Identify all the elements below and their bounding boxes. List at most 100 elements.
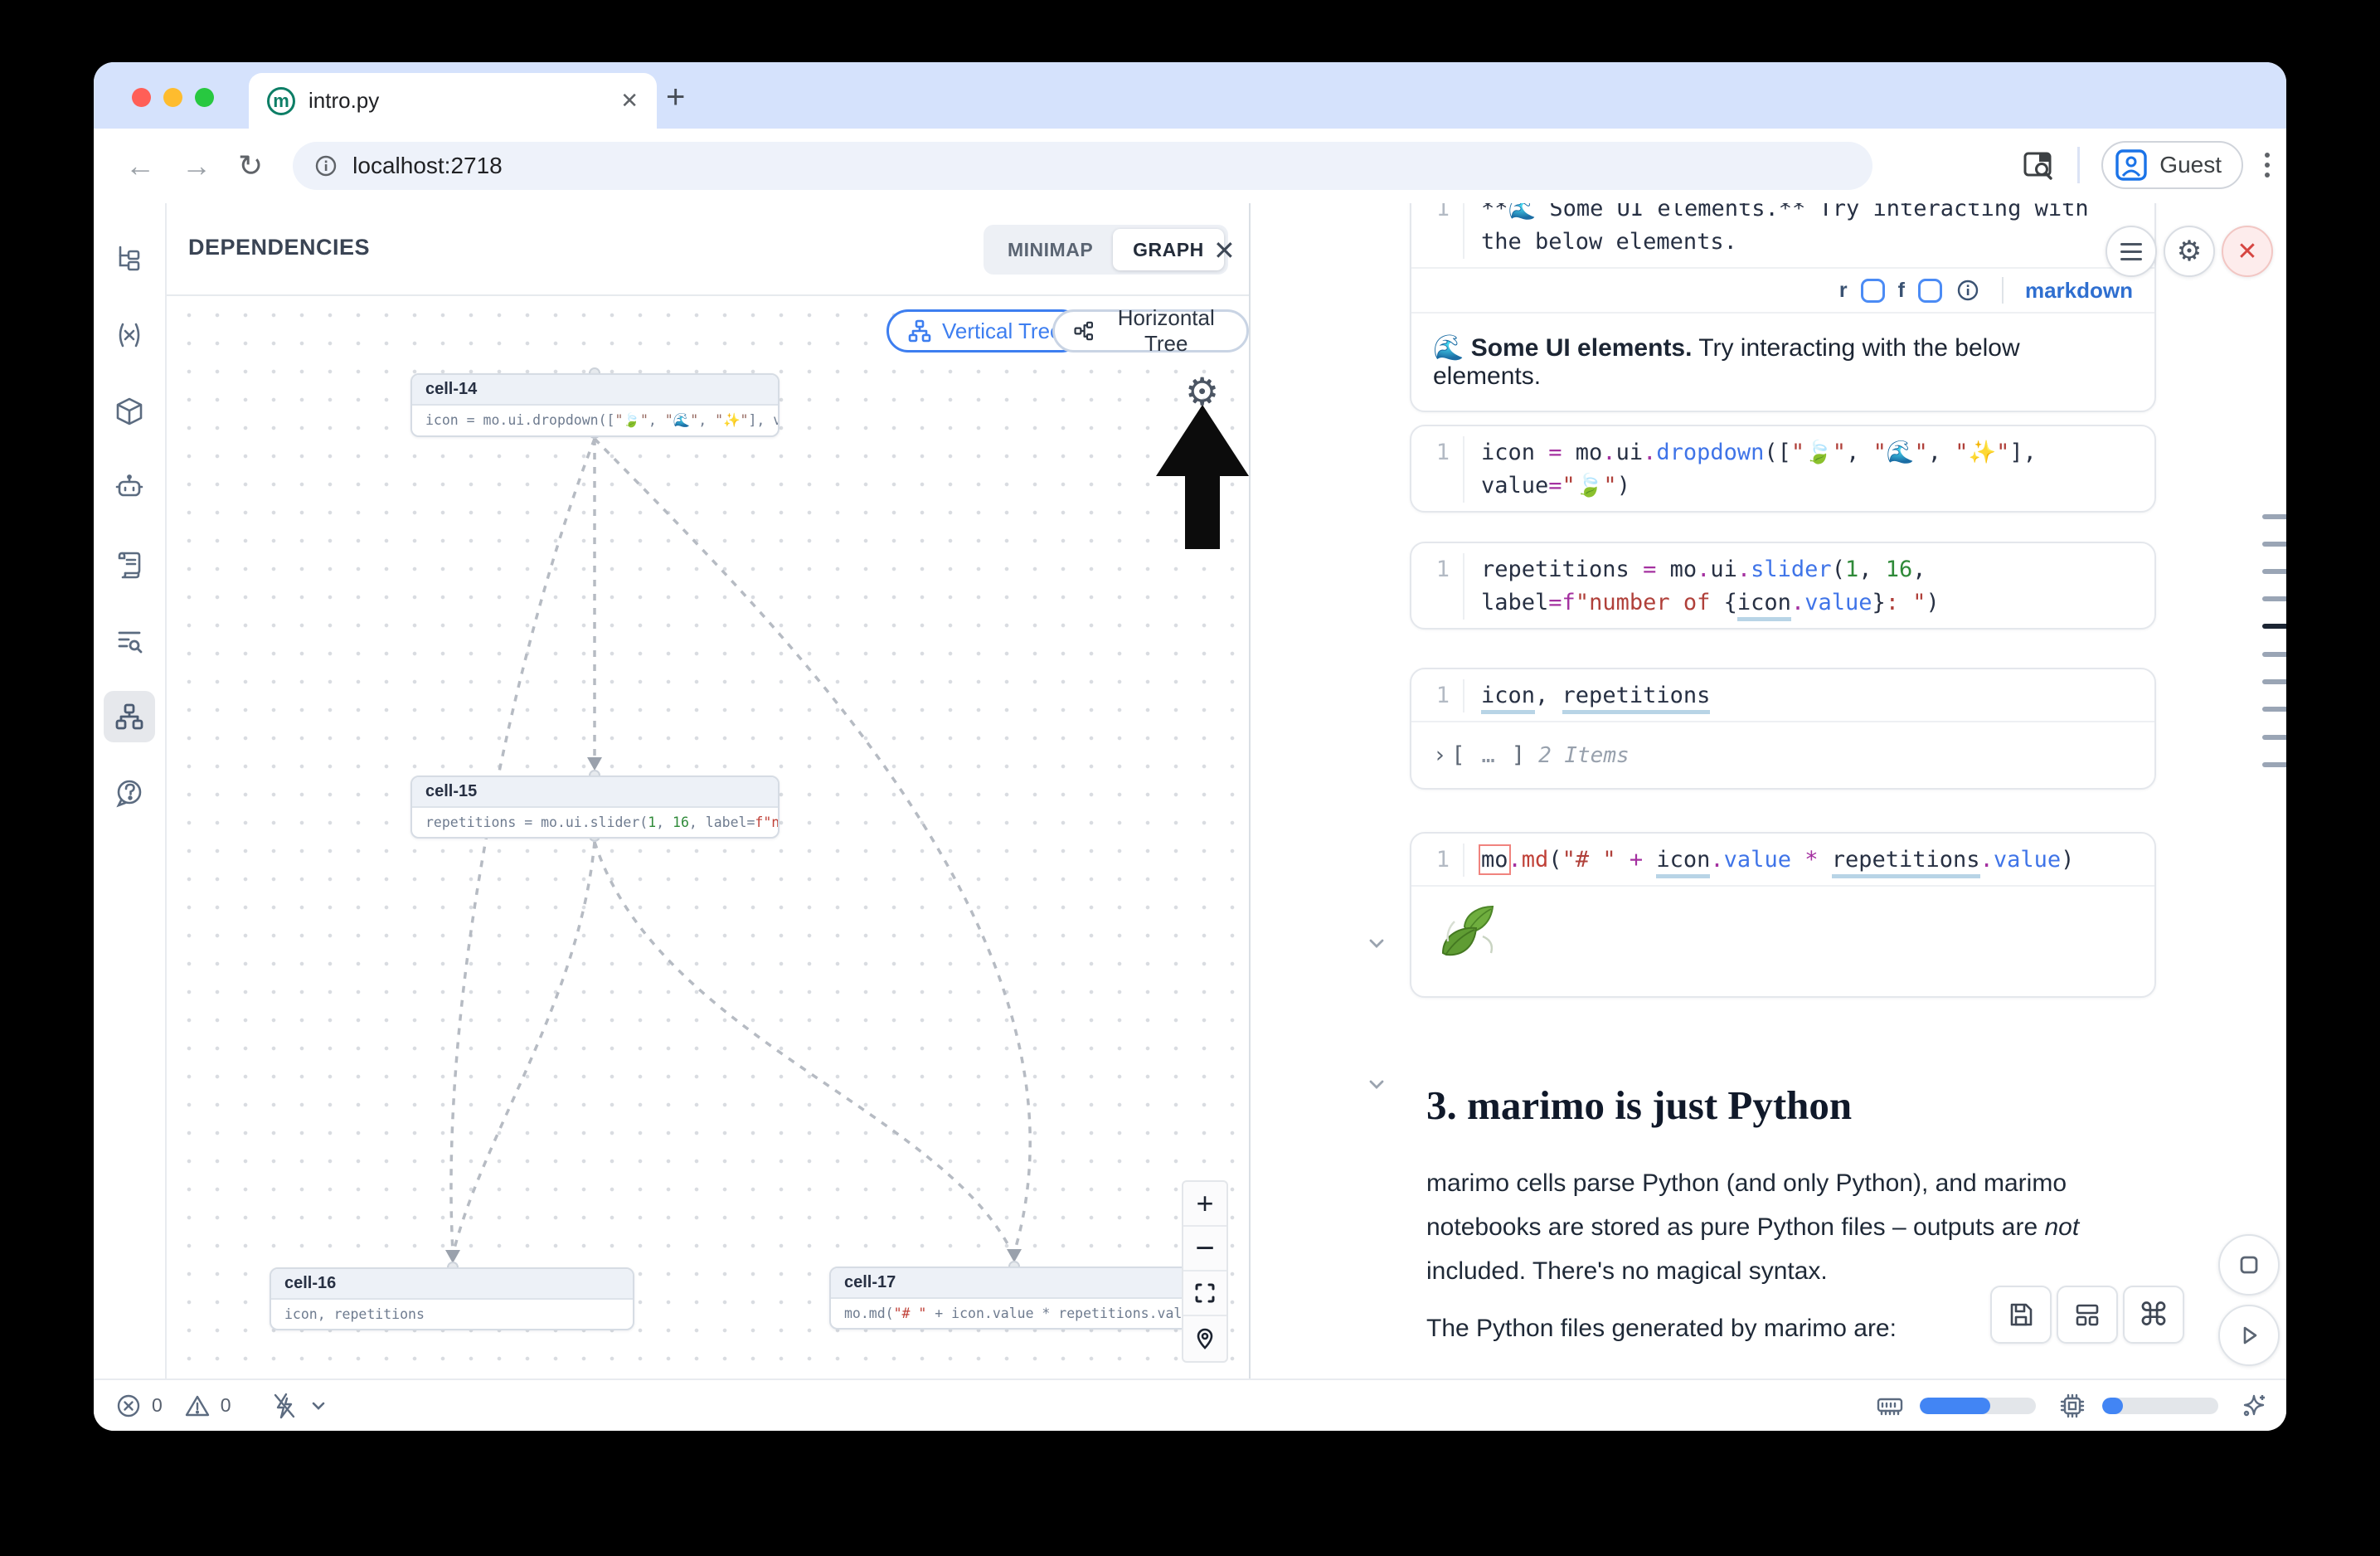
layout-button[interactable] — [2057, 1286, 2118, 1344]
expand-chevron[interactable]: › — [1433, 742, 1446, 768]
run-play-icon — [2237, 1324, 2261, 1347]
sidebar-item-outline[interactable] — [104, 615, 155, 666]
cpu-usage-icon[interactable] — [2057, 1391, 2087, 1421]
cell-marker[interactable] — [2262, 542, 2286, 547]
traffic-light-maximize[interactable] — [195, 88, 214, 107]
cell-marker[interactable] — [2262, 735, 2286, 740]
help-icon — [114, 777, 145, 809]
zoom-out-button[interactable]: − — [1183, 1227, 1226, 1272]
sidebar-item-help[interactable] — [104, 767, 155, 819]
ellipsis: … — [1482, 742, 1495, 768]
horizontal-tree-icon — [1073, 318, 1094, 343]
interrupt-button[interactable]: ✕ — [2222, 226, 2273, 277]
graph-node-cell-14[interactable]: cell-14 icon = mo.ui.dropdown(["🍃", "🌊",… — [410, 373, 780, 437]
reload-icon[interactable]: ↻ — [238, 148, 263, 183]
traffic-light-minimize[interactable] — [163, 88, 182, 107]
sidebar-item-file-tree[interactable] — [104, 233, 155, 284]
tab-graph[interactable]: GRAPH — [1113, 229, 1224, 270]
app-content: DEPENDENCIES MINIMAP GRAPH ✕ — [94, 203, 2286, 1379]
cell-marker[interactable] — [2262, 569, 2286, 574]
graph-node-cell-17[interactable]: cell-17 mo.md("# " + icon.value * repeti… — [829, 1267, 1200, 1330]
error-count-icon[interactable] — [115, 1393, 142, 1419]
run-button[interactable] — [2218, 1305, 2280, 1366]
markdown-cell-footer: r f markdown — [1411, 267, 2154, 312]
ram-usage-icon[interactable] — [1875, 1391, 1905, 1421]
shortcuts-button[interactable]: ⌘ — [2123, 1286, 2184, 1344]
sidebar-item-dependencies[interactable] — [104, 691, 155, 742]
robot-icon — [114, 472, 145, 503]
graph-canvas[interactable]: cell-14 icon = mo.ui.dropdown(["🍃", "🌊",… — [167, 296, 1249, 1379]
site-info-icon[interactable] — [314, 154, 338, 177]
info-icon[interactable] — [1955, 278, 1980, 303]
marimo-favicon: m — [267, 87, 295, 115]
browser-tab[interactable]: m intro.py ✕ — [249, 73, 657, 129]
new-tab-button[interactable]: + — [666, 80, 685, 114]
cell-marker[interactable] — [2262, 514, 2286, 519]
node-title: cell-17 — [831, 1268, 1198, 1299]
chevron-down-icon[interactable] — [309, 1397, 328, 1415]
items-count-label: 2 Items — [1538, 743, 1630, 768]
code-line[interactable]: value="🍃") — [1481, 469, 2138, 503]
markdown-cell-editor[interactable]: 1 **🌊 Some UI elements.** Try interactin… — [1411, 203, 2154, 267]
browser-menu-icon[interactable] — [2265, 153, 2270, 177]
scroll-log-icon — [114, 548, 145, 580]
reactive-toggle-checkbox[interactable] — [1861, 279, 1885, 303]
cell-marker[interactable] — [2262, 596, 2286, 601]
markdown-output: 🌊 Some UI elements. Try interacting with… — [1411, 312, 2154, 411]
fstring-toggle-checkbox[interactable] — [1918, 279, 1942, 303]
cell-menu-button[interactable] — [2106, 226, 2157, 277]
traffic-light-close[interactable] — [132, 88, 151, 107]
sidebar-item-variables[interactable] — [104, 309, 155, 361]
fit-view-button[interactable] — [1183, 1272, 1226, 1316]
view-toggle: MINIMAP GRAPH — [984, 225, 1228, 275]
cpu-usage-meter — [2102, 1398, 2218, 1414]
code-cell-slider[interactable]: 1 repetitions = mo.ui.slider(1, 16, labe… — [1410, 542, 2156, 630]
tab-search-icon[interactable] — [2023, 149, 2056, 181]
warning-count-icon[interactable] — [184, 1393, 211, 1419]
back-icon[interactable]: ← — [125, 148, 155, 183]
code-line[interactable]: repetitions = mo.ui.slider(1, 16, — [1481, 553, 2138, 586]
cell-marker[interactable] — [2262, 762, 2286, 767]
code-cell-dropdown[interactable]: 1 icon = mo.ui.dropdown(["🍃", "🌊", "✨"],… — [1410, 425, 2156, 513]
graph-node-cell-15[interactable]: cell-15 repetitions = mo.ui.slider(1, 16… — [410, 776, 780, 839]
sidebar-item-logs[interactable] — [104, 538, 155, 590]
save-button[interactable] — [1990, 1286, 2052, 1344]
code-cell-tuple[interactable]: 1 icon, repetitions › [ … ] 2 Items — [1410, 668, 2156, 790]
url-bar[interactable]: localhost:2718 — [293, 142, 1872, 190]
zoom-in-button[interactable]: + — [1183, 1182, 1226, 1227]
code-cell-momd[interactable]: 1 mo.md("# " + icon.value * repetitions.… — [1410, 832, 2156, 998]
panel-close-icon[interactable]: ✕ — [1213, 235, 1236, 266]
sidebar-item-ai[interactable] — [104, 462, 155, 513]
code-line[interactable]: label=f"number of {icon.value}: ") — [1481, 586, 2138, 620]
node-code: repetitions = mo.ui.slider(1, 16, label=… — [412, 808, 778, 837]
horizontal-tree-button[interactable]: Horizontal Tree — [1052, 309, 1249, 353]
sidebar-item-packages[interactable] — [104, 386, 155, 437]
code-line[interactable]: icon = mo.ui.dropdown(["🍃", "🌊", "✨"], — [1481, 436, 2138, 469]
status-bar: 0 0 — [94, 1379, 2286, 1431]
code-line[interactable]: icon, repetitions — [1481, 679, 2138, 712]
cell-marker[interactable] — [2262, 652, 2286, 657]
cell-marker[interactable] — [2262, 707, 2286, 712]
graph-node-cell-16[interactable]: cell-16 icon, repetitions — [270, 1267, 634, 1330]
stop-button[interactable] — [2218, 1234, 2280, 1296]
markdown-source-line: **🌊 Some UI elements.** Try interacting … — [1481, 203, 2138, 226]
output-collapse-chevron-icon[interactable] — [1365, 931, 1388, 955]
run-mode-bolt-off-icon[interactable] — [270, 1391, 299, 1421]
forward-icon[interactable]: → — [182, 148, 211, 183]
leaf-emoji — [1433, 902, 1506, 975]
cell-marker-active[interactable] — [2262, 624, 2286, 629]
locate-pin-button[interactable] — [1183, 1316, 1226, 1361]
ai-sparkle-icon[interactable] — [2240, 1392, 2268, 1420]
code-line[interactable]: mo.md("# " + icon.value * repetitions.va… — [1481, 844, 2138, 877]
profile-button[interactable]: Guest — [2101, 141, 2243, 189]
notebook-settings-button[interactable]: ⚙ — [2164, 226, 2215, 277]
cell-language-badge[interactable]: markdown — [2025, 278, 2133, 304]
leaf-output — [1411, 885, 2154, 996]
tab-close-icon[interactable]: ✕ — [620, 88, 639, 114]
section-collapse-chevron-icon[interactable] — [1365, 1072, 1388, 1096]
tab-minimap[interactable]: MINIMAP — [988, 229, 1113, 270]
browser-window: m intro.py ✕ + ← → ↻ localhost:2718 Gues… — [94, 62, 2286, 1431]
line-number: 1 — [1428, 436, 1463, 503]
markdown-cell[interactable]: 1 **🌊 Some UI elements.** Try interactin… — [1410, 203, 2156, 412]
cell-marker[interactable] — [2262, 679, 2286, 684]
